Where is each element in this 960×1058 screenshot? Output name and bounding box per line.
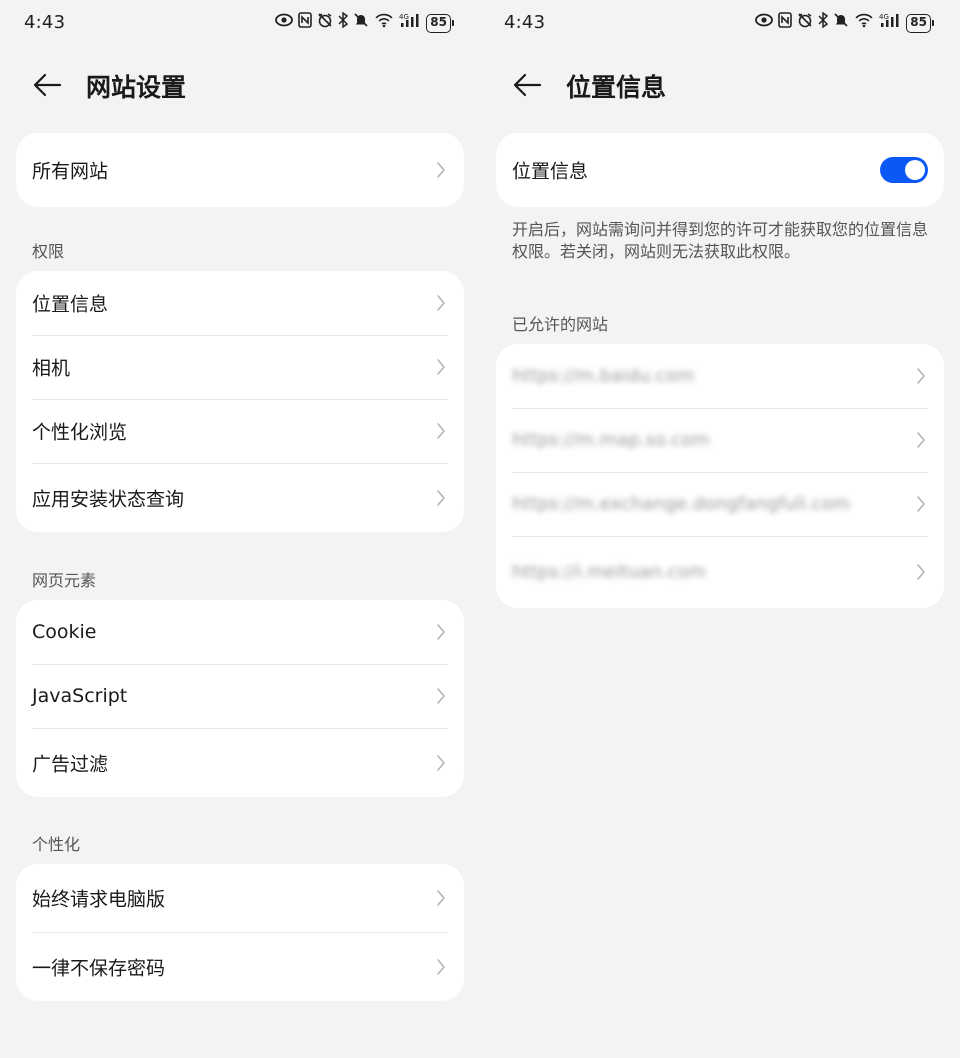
nfc-icon xyxy=(298,12,313,34)
allowed-sites-card: https://m.baidu.com https://m.map.so.com… xyxy=(496,344,944,608)
allowed-sites-section-label: 已允许的网站 xyxy=(512,315,609,334)
chevron-right-icon xyxy=(437,162,445,178)
allowed-site-url: https://i.meituan.com xyxy=(512,561,706,583)
alarm-off-icon xyxy=(797,12,813,34)
svg-text:4G: 4G xyxy=(399,13,409,21)
allowed-site-url: https://m.baidu.com xyxy=(512,365,695,387)
toggle-knob xyxy=(905,160,925,180)
permissions-card: 位置信息 相机 个性化浏览 应用安装状态查询 xyxy=(16,271,464,532)
location-description: 开启后，网站需询问并得到您的许可才能获取您的位置信息权限。若关闭，网站则无法获取… xyxy=(512,220,929,261)
permission-item-location[interactable]: 位置信息 xyxy=(16,271,464,335)
chevron-right-icon xyxy=(437,890,445,906)
location-settings-screen: 4:43 4G 85 位置信息 位置信息 开启后，网站需询问并得到您的许可才能获… xyxy=(480,0,960,1058)
personalization-card: 始终请求电脑版 一律不保存密码 xyxy=(16,864,464,1001)
allowed-site-url: https://m.exchange.dongfangfuli.com xyxy=(512,493,851,515)
all-sites-row[interactable]: 所有网站 xyxy=(16,133,464,207)
site-settings-screen: 4:43 4G 85 网站设置 所有网站 权限 位置信息 相机 个性化浏览 应用… xyxy=(0,0,480,1058)
all-sites-label: 所有网站 xyxy=(32,160,109,183)
chevron-right-icon xyxy=(917,432,925,448)
permission-item-label: 位置信息 xyxy=(32,293,109,316)
page-elements-section-label: 网页元素 xyxy=(32,571,97,590)
personalization-item-label: 一律不保存密码 xyxy=(32,957,166,979)
bluetooth-icon xyxy=(338,11,349,34)
page-title: 网站设置 xyxy=(86,73,187,102)
status-icons: 4G 85 xyxy=(275,11,454,34)
location-toggle-card: 位置信息 xyxy=(496,133,944,207)
chevron-right-icon xyxy=(917,496,925,512)
personalization-item-label: 始终请求电脑版 xyxy=(32,888,166,911)
page-element-cookie[interactable]: Cookie xyxy=(16,600,464,664)
permission-item-personalized-browsing[interactable]: 个性化浏览 xyxy=(16,399,464,463)
page-element-javascript[interactable]: JavaScript xyxy=(16,664,464,728)
page-title: 位置信息 xyxy=(566,73,667,102)
bluetooth-icon xyxy=(818,11,829,34)
all-sites-card: 所有网站 xyxy=(16,133,464,207)
battery-indicator: 85 xyxy=(426,13,454,33)
battery-tip xyxy=(932,20,934,26)
signal-4g-icon: 4G xyxy=(399,12,421,34)
alarm-off-icon xyxy=(317,12,333,34)
allowed-site-url: https://m.map.so.com xyxy=(512,429,710,451)
permission-item-label: 相机 xyxy=(32,357,71,380)
permission-item-label: 应用安装状态查询 xyxy=(32,488,185,510)
chevron-right-icon xyxy=(437,423,445,439)
status-time: 4:43 xyxy=(504,12,546,33)
signal-4g-icon: 4G xyxy=(879,12,901,34)
allowed-site-row[interactable]: https://m.baidu.com xyxy=(496,344,944,408)
status-icons: 4G 85 xyxy=(755,11,934,34)
status-time: 4:43 xyxy=(24,12,66,33)
battery-level: 85 xyxy=(906,13,931,33)
wifi-icon xyxy=(854,12,874,34)
page-element-ad-filter[interactable]: 广告过滤 xyxy=(16,728,464,797)
back-arrow-icon[interactable] xyxy=(30,70,64,100)
svg-text:4G: 4G xyxy=(879,13,889,21)
battery-level: 85 xyxy=(426,13,451,33)
chevron-right-icon xyxy=(437,958,445,975)
page-element-label: 广告过滤 xyxy=(32,753,109,775)
permission-item-label: 个性化浏览 xyxy=(32,421,128,444)
chevron-right-icon xyxy=(437,754,445,771)
wifi-icon xyxy=(374,12,394,34)
personalization-item-desktop-site[interactable]: 始终请求电脑版 xyxy=(16,864,464,932)
page-element-label: Cookie xyxy=(32,621,97,643)
chevron-right-icon xyxy=(437,489,445,506)
allowed-site-row[interactable]: https://m.exchange.dongfangfuli.com xyxy=(496,472,944,536)
eye-comfort-icon xyxy=(275,13,294,33)
permission-item-camera[interactable]: 相机 xyxy=(16,335,464,399)
allowed-site-row[interactable]: https://m.map.so.com xyxy=(496,408,944,472)
back-arrow-icon[interactable] xyxy=(510,70,544,100)
battery-tip xyxy=(452,20,454,26)
chevron-right-icon xyxy=(917,368,925,384)
nfc-icon xyxy=(778,12,793,34)
permissions-section-label: 权限 xyxy=(32,242,65,261)
permission-item-app-install-status[interactable]: 应用安装状态查询 xyxy=(16,463,464,532)
status-bar: 4:43 4G 85 xyxy=(0,0,480,48)
allowed-site-row[interactable]: https://i.meituan.com xyxy=(496,536,944,608)
mute-icon xyxy=(353,12,369,34)
header: 位置信息 xyxy=(480,62,960,108)
header: 网站设置 xyxy=(0,62,480,108)
chevron-right-icon xyxy=(437,624,445,640)
mute-icon xyxy=(833,12,849,34)
chevron-right-icon xyxy=(437,295,445,311)
location-toggle-switch[interactable] xyxy=(880,157,928,183)
status-bar: 4:43 4G 85 xyxy=(480,0,960,48)
chevron-right-icon xyxy=(437,359,445,375)
location-toggle-label: 位置信息 xyxy=(512,160,589,183)
eye-comfort-icon xyxy=(755,13,774,33)
page-elements-card: Cookie JavaScript 广告过滤 xyxy=(16,600,464,797)
personalization-item-never-save-password[interactable]: 一律不保存密码 xyxy=(16,932,464,1001)
chevron-right-icon xyxy=(917,564,925,580)
page-element-label: JavaScript xyxy=(32,685,128,707)
chevron-right-icon xyxy=(437,688,445,704)
location-toggle-row: 位置信息 xyxy=(496,133,944,207)
battery-indicator: 85 xyxy=(906,13,934,33)
personalization-section-label: 个性化 xyxy=(32,835,81,854)
